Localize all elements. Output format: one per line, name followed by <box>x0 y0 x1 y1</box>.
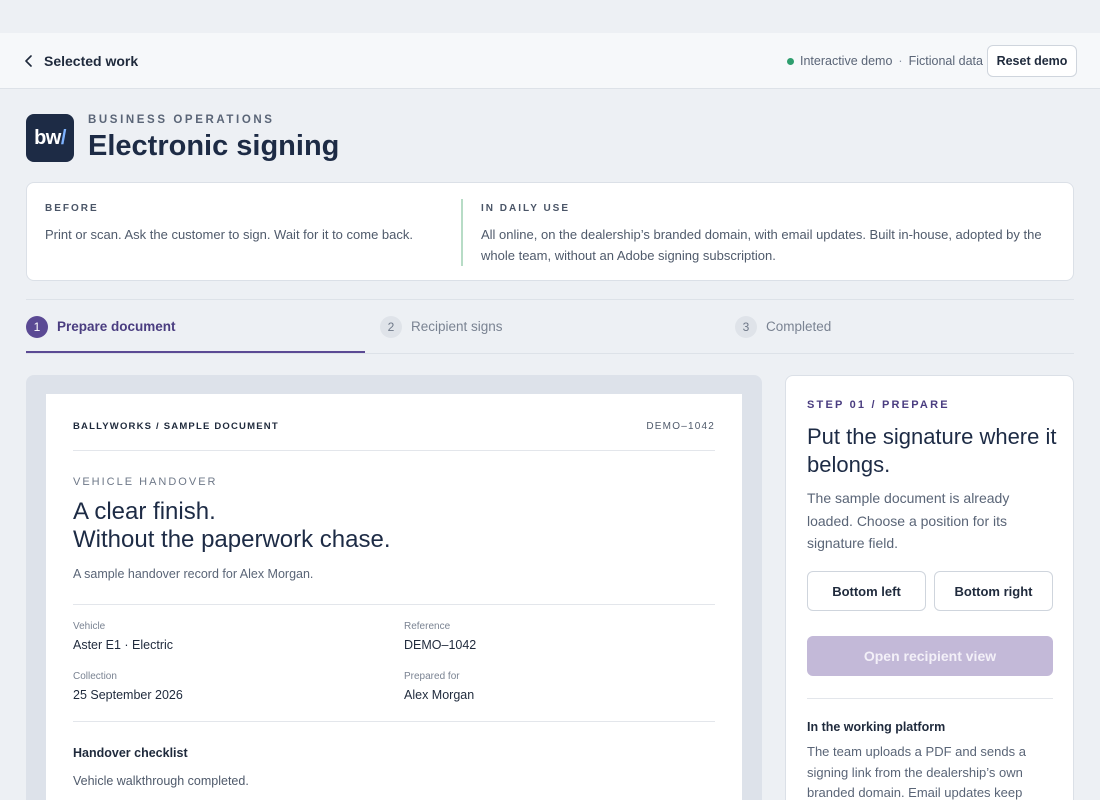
step-label: Prepare document <box>57 319 176 334</box>
comparison-divider <box>461 199 463 266</box>
panel-divider <box>807 698 1053 699</box>
platform-heading: In the working platform <box>807 720 946 734</box>
before-column: BEFORE Print or scan. Ask the customer t… <box>45 203 445 245</box>
checklist-title: Handover checklist <box>73 746 188 760</box>
step-number: 1 <box>26 315 48 338</box>
platform-text: The team uploads a PDF and sends a signi… <box>807 744 1026 800</box>
demo-status: Interactive demo · Fictional data <box>787 33 983 89</box>
field-vehicle: Vehicle Aster E1 · Electric <box>73 621 173 652</box>
step-number: 3 <box>735 315 757 338</box>
field-value: Alex Morgan <box>404 688 475 702</box>
field-prepared-for: Prepared for Alex Morgan <box>404 671 474 702</box>
field-label: Reference <box>404 621 451 632</box>
before-text: Print or scan. Ask the customer to sign.… <box>45 227 413 242</box>
top-bar: Selected work Interactive demo · Fiction… <box>0 33 1100 89</box>
field-label: Collection <box>73 671 117 682</box>
page-title: Electronic signing <box>88 130 340 162</box>
document-divider <box>73 604 715 605</box>
tab-recipient-signs[interactable]: 2 Recipient signs <box>380 300 503 353</box>
field-value: Aster E1 · Electric <box>73 638 174 652</box>
data-note: Fictional data <box>908 54 983 68</box>
field-collection: Collection 25 September 2026 <box>73 671 183 702</box>
status-separator: · <box>898 54 903 68</box>
document-brand: BALLYWORKS / SAMPLE DOCUMENT <box>73 421 279 432</box>
after-column: IN DAILY USE All online, on the dealersh… <box>481 203 1056 266</box>
step-label: Recipient signs <box>411 319 503 334</box>
after-text: All online, on the dealership’s branded … <box>481 227 1042 263</box>
project-category: BUSINESS OPERATIONS <box>88 114 275 126</box>
document-preview-frame: BALLYWORKS / SAMPLE DOCUMENT DEMO–1042 V… <box>26 375 762 800</box>
after-heading: IN DAILY USE <box>481 203 571 214</box>
sample-document: BALLYWORKS / SAMPLE DOCUMENT DEMO–1042 V… <box>46 394 742 800</box>
step-panel: STEP 01 / PREPARE Put the signature wher… <box>785 375 1074 800</box>
panel-title: Put the signature where it belongs. <box>807 424 1057 477</box>
step-number: 2 <box>380 315 402 338</box>
active-tab-indicator <box>26 351 365 353</box>
headline-line-1: A clear finish. <box>73 498 216 525</box>
brand-logo: bw / <box>26 114 74 162</box>
chevron-left-icon <box>25 55 32 67</box>
panel-eyebrow: STEP 01 / PREPARE <box>807 399 950 411</box>
document-headline: A clear finish. Without the paperwork ch… <box>73 498 391 554</box>
document-divider <box>73 721 715 722</box>
back-label: Selected work <box>44 53 139 69</box>
field-label: Vehicle <box>73 621 106 632</box>
document-subtitle: A sample handover record for Alex Morgan… <box>73 567 314 581</box>
field-reference: Reference DEMO–1042 <box>404 621 476 652</box>
bottom-left-button[interactable]: Bottom left <box>807 571 926 611</box>
field-label: Prepared for <box>404 671 460 682</box>
field-value: DEMO–1042 <box>404 638 477 652</box>
reset-demo-button[interactable]: Reset demo <box>987 45 1077 77</box>
step-tabs: 1 Prepare document 2 Recipient signs 3 C… <box>26 299 1074 354</box>
document-divider <box>73 450 715 451</box>
checklist-item: Vehicle walkthrough completed. <box>73 774 249 788</box>
panel-description: The sample document is already loaded. C… <box>807 490 1010 551</box>
field-value: 25 September 2026 <box>73 688 183 702</box>
step-label: Completed <box>766 319 832 334</box>
tab-prepare-document[interactable]: 1 Prepare document <box>26 300 176 353</box>
logo-slash: / <box>60 126 67 149</box>
back-link[interactable]: Selected work <box>24 33 138 89</box>
status-dot-icon <box>787 57 794 65</box>
headline-line-2: Without the paperwork chase. <box>73 526 391 553</box>
document-id: DEMO–1042 <box>646 421 715 432</box>
comparison-card: BEFORE Print or scan. Ask the customer t… <box>26 182 1074 281</box>
before-heading: BEFORE <box>45 203 99 214</box>
document-eyebrow: VEHICLE HANDOVER <box>73 476 218 488</box>
tab-completed[interactable]: 3 Completed <box>735 300 831 353</box>
bottom-right-button[interactable]: Bottom right <box>934 571 1053 611</box>
open-recipient-view-button[interactable]: Open recipient view <box>807 636 1053 676</box>
demo-status-label: Interactive demo <box>800 54 893 68</box>
logo-text: bw <box>34 126 61 149</box>
